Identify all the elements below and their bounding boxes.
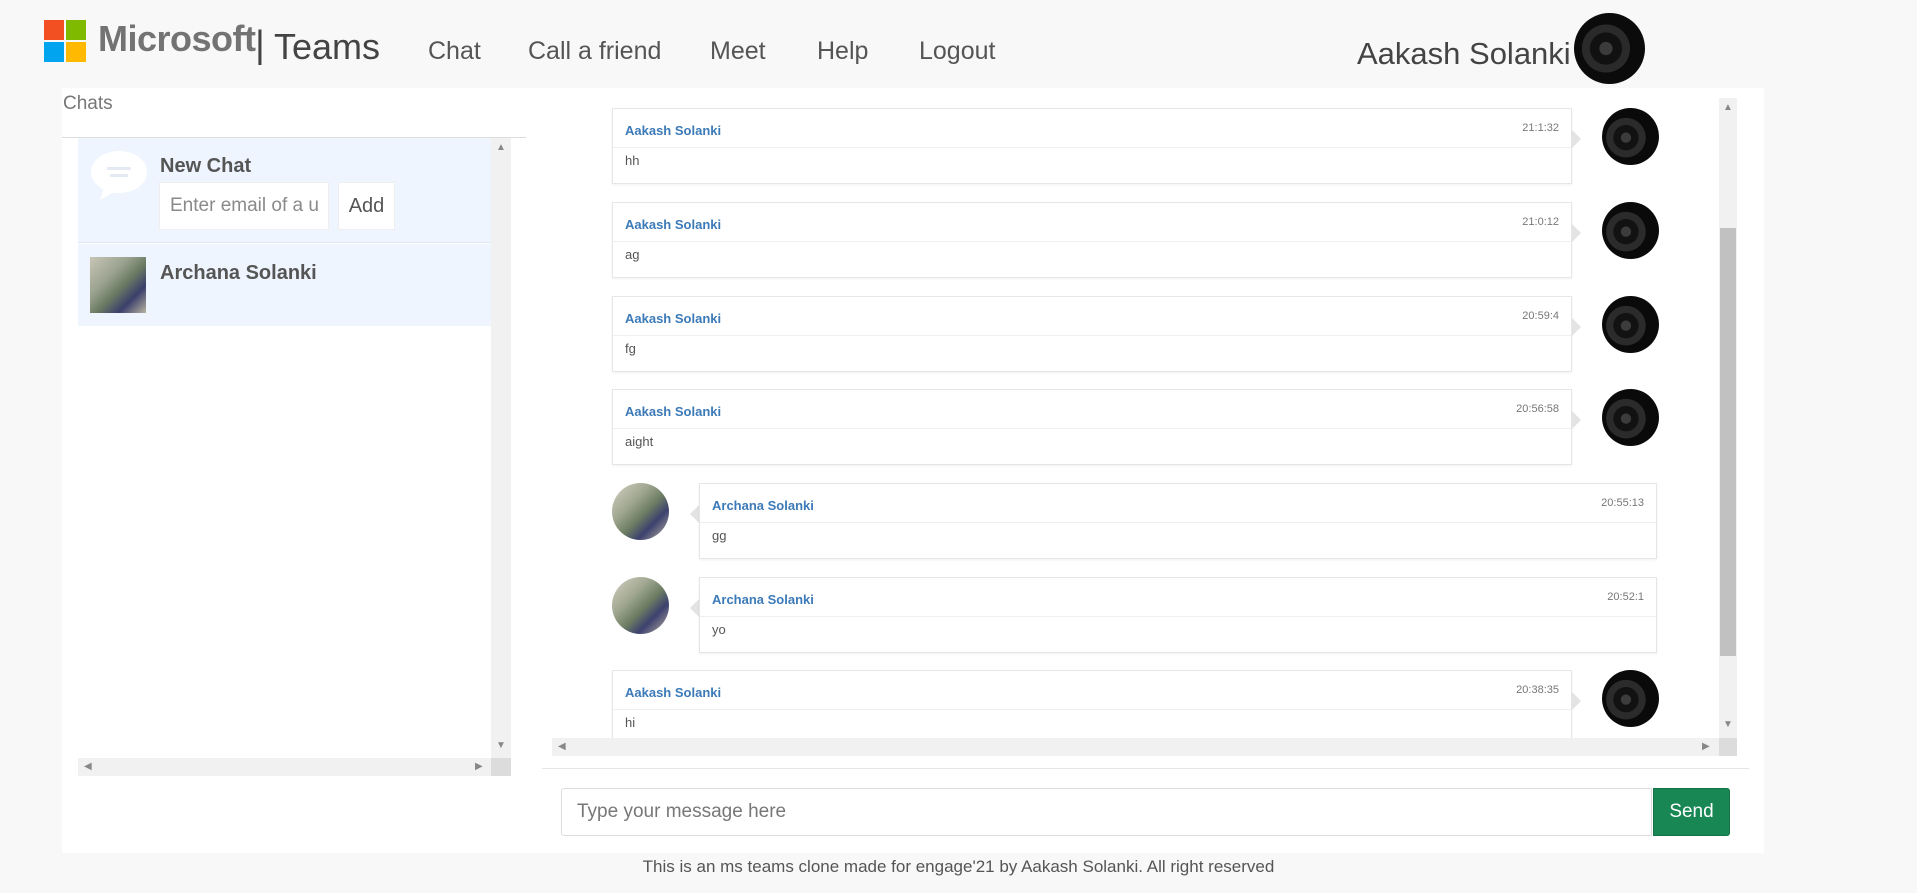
messages-horizontal-scrollbar[interactable]: ◀ ▶ xyxy=(552,738,1719,756)
message-time: 20:38:35 xyxy=(1516,684,1559,696)
message-text: fg xyxy=(625,341,636,356)
scrollbar-corner xyxy=(1719,738,1737,756)
bubble-pointer xyxy=(1572,130,1581,148)
scroll-left-arrow-icon[interactable]: ◀ xyxy=(84,762,92,772)
bubble-pointer xyxy=(690,599,699,617)
message-text: gg xyxy=(712,528,727,543)
message-text: hi xyxy=(625,715,636,730)
new-chat-email-input[interactable] xyxy=(159,182,329,230)
nav-chat[interactable]: Chat xyxy=(428,37,481,66)
contact-item[interactable] xyxy=(78,244,491,326)
message-bubble: Aakash Solanki 21:0:12 ag xyxy=(612,202,1572,278)
message-avatar xyxy=(1602,108,1659,165)
new-chat-card: New Chat Add xyxy=(78,138,491,243)
message-item: Aakash Solanki 20:59:4 fg xyxy=(552,296,1719,372)
message-item: Aakash Solanki 20:56:58 aight xyxy=(552,389,1719,465)
message-author: Archana Solanki xyxy=(712,498,814,513)
message-avatar xyxy=(1602,389,1659,446)
footer-text: This is an ms teams clone made for engag… xyxy=(642,857,1275,876)
message-bubble: Archana Solanki 20:52:1 yo xyxy=(699,577,1657,653)
current-user-avatar[interactable] xyxy=(1574,13,1645,84)
message-bubble: Aakash Solanki 21:1:32 hh xyxy=(612,108,1572,184)
chat-list: New Chat Add xyxy=(78,138,491,758)
chat-bubble-icon xyxy=(91,151,147,200)
message-bubble: Aakash Solanki 20:56:58 aight xyxy=(612,389,1572,465)
message-author: Aakash Solanki xyxy=(625,404,722,419)
message-item: Aakash Solanki 21:1:32 hh xyxy=(552,108,1719,184)
send-button[interactable]: Send xyxy=(1653,788,1730,836)
chat-list-vertical-scrollbar[interactable]: ▲ ▼ xyxy=(491,138,511,758)
message-avatar xyxy=(1602,202,1659,259)
message-avatar xyxy=(1602,670,1659,727)
message-time: 21:1:32 xyxy=(1522,122,1559,134)
message-text: aight xyxy=(625,434,654,449)
message-author: Aakash Solanki xyxy=(625,217,722,232)
compose-divider xyxy=(542,768,1749,769)
message-text: ag xyxy=(625,247,640,262)
message-bubble: Aakash Solanki 20:59:4 fg xyxy=(612,296,1572,372)
messages-scroll-thumb[interactable] xyxy=(1720,228,1736,656)
nav-logout[interactable]: Logout xyxy=(919,37,995,66)
new-chat-title: New Chat xyxy=(160,155,252,177)
bubble-pointer xyxy=(1572,411,1581,429)
message-time: 21:0:12 xyxy=(1522,216,1559,228)
add-user-button[interactable]: Add xyxy=(338,182,395,230)
message-avatar xyxy=(612,577,669,634)
contact-name: Archana Solanki xyxy=(160,262,317,284)
message-item: Archana Solanki 20:55:13 gg xyxy=(552,483,1719,559)
message-time: 20:56:58 xyxy=(1516,403,1559,415)
message-time: 20:59:4 xyxy=(1522,310,1559,322)
message-input[interactable] xyxy=(561,788,1652,836)
message-item: Archana Solanki 20:52:1 yo xyxy=(552,577,1719,653)
scroll-down-arrow-icon[interactable]: ▼ xyxy=(496,741,506,751)
chat-list-horizontal-scrollbar[interactable]: ◀ ▶ xyxy=(78,758,491,776)
contact-avatar xyxy=(90,257,146,313)
scroll-down-arrow-icon[interactable]: ▼ xyxy=(1723,720,1733,730)
chats-title: Chats xyxy=(63,93,113,114)
brand-company: Microsoft xyxy=(98,18,256,59)
nav-help[interactable]: Help xyxy=(817,37,868,66)
scroll-up-arrow-icon[interactable]: ▲ xyxy=(1723,103,1733,113)
scroll-right-arrow-icon[interactable]: ▶ xyxy=(1702,742,1710,752)
message-author: Aakash Solanki xyxy=(625,311,722,326)
brand-product: Teams xyxy=(274,26,381,67)
message-text: hh xyxy=(625,153,640,168)
nav-call-a-friend[interactable]: Call a friend xyxy=(528,37,661,66)
bubble-pointer xyxy=(1572,318,1581,336)
top-navbar: Microsoft | Teams Chat Call a friend Mee… xyxy=(0,0,1917,88)
message-bubble: Aakash Solanki 20:38:35 hi xyxy=(612,670,1572,738)
message-time: 20:55:13 xyxy=(1601,497,1644,509)
scroll-right-arrow-icon[interactable]: ▶ xyxy=(475,762,483,772)
message-time: 20:52:1 xyxy=(1607,591,1644,603)
message-avatar xyxy=(1602,296,1659,353)
message-item: Aakash Solanki 21:0:12 ag xyxy=(552,202,1719,278)
bubble-pointer xyxy=(690,505,699,523)
scrollbar-corner xyxy=(491,758,511,776)
message-item: Aakash Solanki 20:38:35 hi xyxy=(552,670,1719,738)
message-author: Aakash Solanki xyxy=(625,123,722,138)
message-thread: Aakash Solanki 21:1:32 hh Aakash Solanki… xyxy=(552,98,1719,738)
message-author: Archana Solanki xyxy=(712,592,814,607)
message-text: yo xyxy=(712,622,726,637)
scroll-up-arrow-icon[interactable]: ▲ xyxy=(496,143,506,153)
message-author: Aakash Solanki xyxy=(625,685,722,700)
message-bubble: Archana Solanki 20:55:13 gg xyxy=(699,483,1657,559)
bubble-pointer xyxy=(1572,692,1581,710)
message-avatar xyxy=(612,483,669,540)
microsoft-logo-icon xyxy=(44,20,86,62)
nav-meet[interactable]: Meet xyxy=(710,37,766,66)
bubble-pointer xyxy=(1572,224,1581,242)
brand-separator: | xyxy=(255,24,265,66)
current-user-name: Aakash Solanki xyxy=(1357,36,1571,71)
scroll-left-arrow-icon[interactable]: ◀ xyxy=(558,742,566,752)
